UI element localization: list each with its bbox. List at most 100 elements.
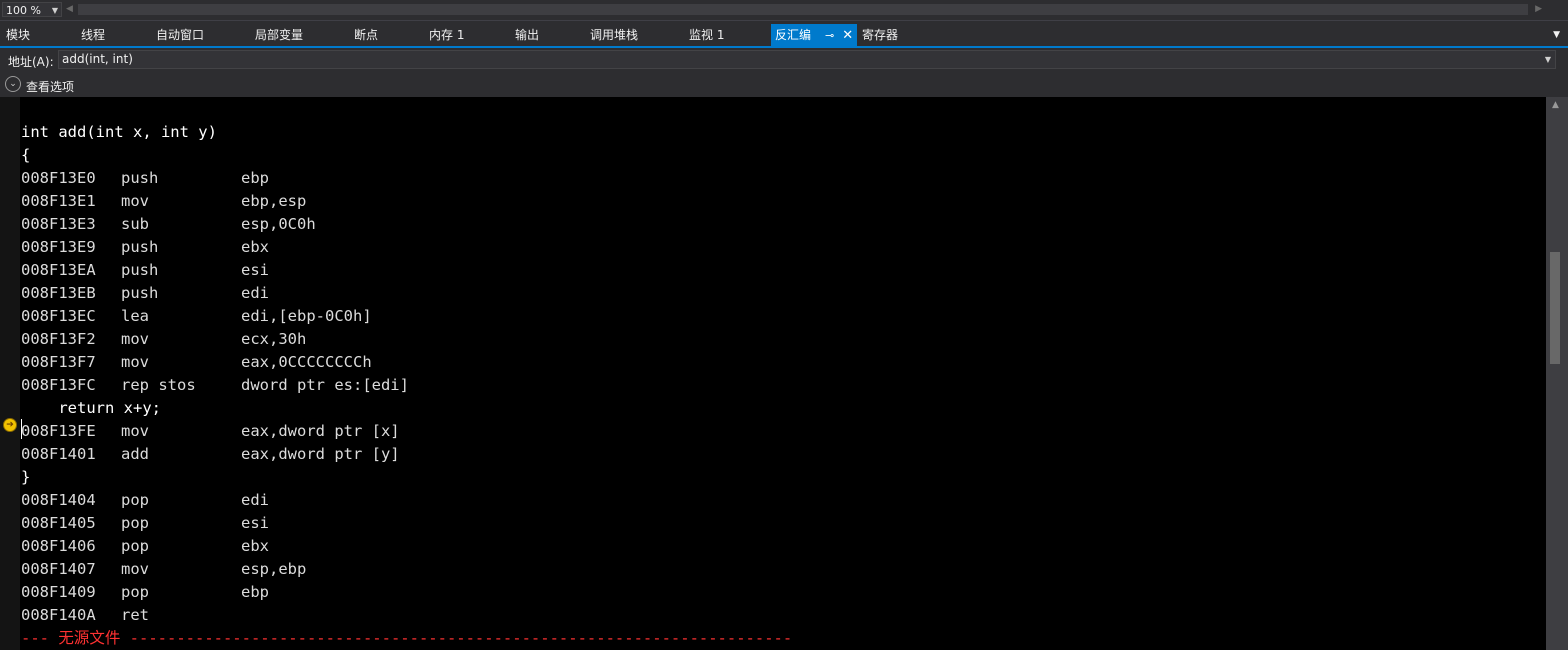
scroll-left-icon[interactable]: ◀	[66, 4, 73, 14]
instruction-address: 008F1407	[21, 560, 96, 578]
instruction-operands: ebp	[241, 583, 269, 601]
address-bar: 地址(A): add(int, int) ▼	[0, 48, 1568, 72]
instruction-mnemonic: ret	[121, 606, 149, 624]
instruction-mnemonic: lea	[121, 307, 149, 325]
instruction-address: 008F13F2	[21, 330, 96, 348]
instruction-mnemonic: rep stos	[121, 376, 196, 394]
tab-label: 调用堆栈	[590, 28, 639, 42]
instruction-address: 008F1401	[21, 445, 96, 463]
asm-line: 008F1407 mov esp,ebp	[21, 558, 792, 581]
instruction-address: 008F1406	[21, 537, 96, 555]
source-line: int add(int x, int y)	[21, 123, 217, 141]
scroll-right-icon[interactable]: ▶	[1535, 4, 1542, 14]
instruction-operands: ebp,esp	[241, 192, 307, 210]
instruction-operands: eax,dword ptr [x]	[241, 422, 400, 440]
instruction-mnemonic: pop	[121, 514, 149, 532]
asm-line: 008F13E1 mov ebp,esp	[21, 190, 792, 213]
tab-call-stack[interactable]: 调用堆栈	[590, 24, 638, 46]
instruction-mnemonic: mov	[121, 330, 149, 348]
vertical-scrollbar[interactable]: ▲	[1546, 97, 1568, 650]
instruction-operands: ecx,30h	[241, 330, 307, 348]
tab-breakpoints[interactable]: 断点	[354, 24, 378, 46]
asm-line: 008F13F2 mov ecx,30h	[21, 328, 792, 351]
current-instruction-arrow-icon: ➔	[3, 418, 17, 432]
instruction-mnemonic: push	[121, 169, 159, 187]
instruction-address: 008F140A	[21, 606, 96, 624]
tab-label: 反汇编	[775, 28, 812, 42]
instruction-address: 008F13E3	[21, 215, 96, 233]
tab-disassembly[interactable]: 反汇编 ⊸ ✕	[771, 24, 858, 46]
instruction-address: 008F1409	[21, 583, 96, 601]
tab-modules[interactable]: 模块	[6, 24, 30, 46]
asm-line: 008F13E9 push ebx	[21, 236, 792, 259]
tab-autos[interactable]: 自动窗口	[156, 24, 204, 46]
instruction-mnemonic: mov	[121, 560, 149, 578]
instruction-operands: esp,0C0h	[241, 215, 316, 233]
tab-label: 监视 1	[689, 28, 725, 42]
pin-icon[interactable]: ⊸	[825, 29, 834, 42]
asm-line: 008F13E3 sub esp,0C0h	[21, 213, 792, 236]
tab-memory-1[interactable]: 内存 1	[429, 24, 464, 46]
tool-window-tabs: 模块 线程 自动窗口 局部变量 断点 内存 1 输出 调用堆栈 监视 1 反汇编…	[0, 24, 1568, 48]
close-icon[interactable]: ✕	[842, 28, 853, 43]
zoom-value: 100 %	[6, 4, 41, 17]
chevron-circle-down-icon[interactable]: ⌄	[5, 76, 21, 92]
instruction-operands: ebx	[241, 537, 269, 555]
asm-line: 008F13EA push esi	[21, 259, 792, 282]
asm-line: 008F1404 pop edi	[21, 489, 792, 512]
instruction-address: 008F13FC	[21, 376, 96, 394]
disassembly-lines: int add(int x, int y){008F13E0 push ebp 008…	[21, 121, 792, 650]
instruction-operands: eax,0CCCCCCCCh	[241, 353, 372, 371]
view-options-row: ⌄ 查看选项	[0, 74, 1568, 96]
tab-watch-1[interactable]: 监视 1	[689, 24, 724, 46]
instruction-mnemonic: mov	[121, 422, 149, 440]
source-line: {	[21, 146, 31, 164]
address-input[interactable]: add(int, int) ▼	[58, 50, 1556, 69]
instruction-operands: esi	[241, 514, 269, 532]
current-instruction-line: 008F13FE mov eax,dword ptr [x]	[21, 420, 792, 443]
asm-line: 008F13EB push edi	[21, 282, 792, 305]
indicator-margin[interactable]	[0, 97, 20, 650]
tab-registers[interactable]: 寄存器	[862, 24, 898, 46]
instruction-mnemonic: mov	[121, 353, 149, 371]
tab-label: 寄存器	[862, 28, 899, 42]
instruction-address: 008F1405	[21, 514, 96, 532]
instruction-address: 008F13F7	[21, 353, 96, 371]
instruction-mnemonic: pop	[121, 491, 149, 509]
instruction-mnemonic: pop	[121, 583, 149, 601]
chevron-down-icon[interactable]: ▼	[1545, 51, 1551, 68]
zoom-select[interactable]: 100 % ▼	[2, 2, 62, 17]
disassembly-view[interactable]: int add(int x, int y){008F13E0 push ebp 008…	[0, 97, 1546, 650]
source-line: return x+y;	[21, 399, 161, 417]
instruction-address: 008F13FE	[21, 422, 96, 440]
asm-line: 008F1409 pop ebp	[21, 581, 792, 604]
tab-label: 断点	[354, 28, 379, 42]
instruction-address: 008F13E9	[21, 238, 96, 256]
instruction-operands: edi	[241, 491, 269, 509]
instruction-address: 008F13EA	[21, 261, 96, 279]
asm-line: 008F13E0 push ebp	[21, 167, 792, 190]
instruction-operands: edi,[ebp-0C0h]	[241, 307, 372, 325]
scroll-up-icon[interactable]: ▲	[1552, 100, 1559, 110]
text-cursor	[21, 419, 22, 439]
instruction-mnemonic: push	[121, 261, 159, 279]
tab-label: 线程	[81, 28, 106, 42]
asm-line: 008F1406 pop ebx	[21, 535, 792, 558]
tab-threads[interactable]: 线程	[81, 24, 105, 46]
tab-output[interactable]: 输出	[515, 24, 539, 46]
scrollbar-thumb[interactable]	[1550, 252, 1560, 364]
zoom-bar: 100 % ▼ ◀ ▶	[0, 0, 1568, 21]
no-source-separator: --- 无源文件 -------------------------------…	[21, 629, 793, 647]
view-options-label[interactable]: 查看选项	[26, 78, 74, 95]
tab-overflow-icon[interactable]: ▼	[1553, 30, 1560, 40]
instruction-mnemonic: sub	[121, 215, 149, 233]
tab-label: 模块	[6, 28, 31, 42]
tab-locals[interactable]: 局部变量	[255, 24, 303, 46]
tab-label: 输出	[515, 28, 540, 42]
source-line: }	[21, 468, 31, 486]
asm-line: 008F1401 add eax,dword ptr [y]	[21, 443, 792, 466]
horizontal-scrollbar[interactable]	[78, 4, 1528, 15]
asm-line: 008F13FC rep stos dword ptr es:[edi]	[21, 374, 792, 397]
asm-line: 008F140A ret	[21, 604, 792, 627]
instruction-mnemonic: add	[121, 445, 149, 463]
